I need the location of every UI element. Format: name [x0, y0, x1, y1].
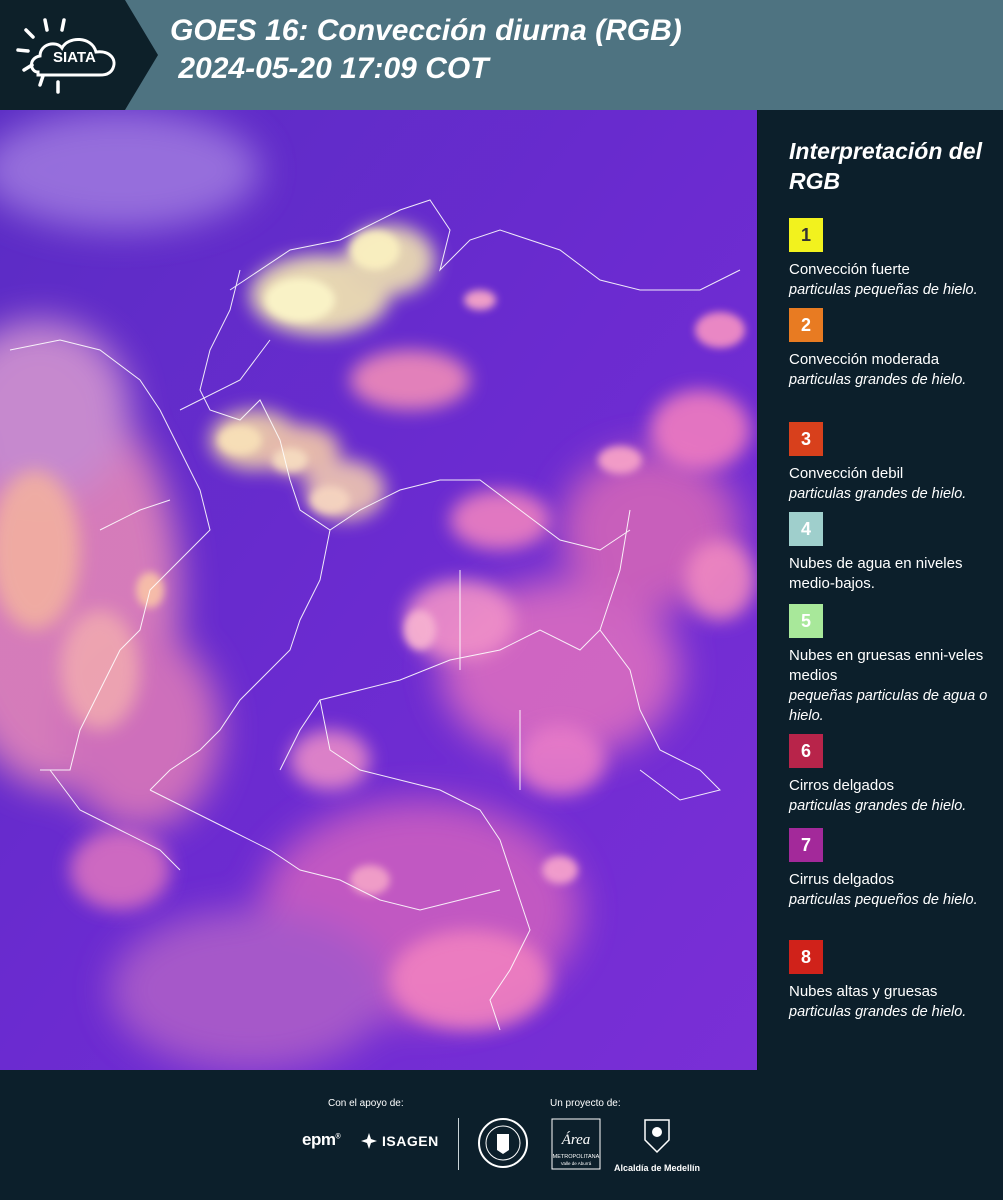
isagen-logo-text: ISAGEN [382, 1133, 439, 1149]
medellin-shield-icon [644, 1119, 670, 1154]
legend-swatch: 6 [789, 734, 823, 768]
legend-sub: particulas pequeñas de hielo. [789, 282, 978, 298]
legend-item-3: 3 Convección debil particulas grandes de… [789, 422, 994, 504]
legend-item-5: 5 Nubes en gruesas enni-veles medios peq… [789, 604, 994, 726]
legend-label: Convección moderada [789, 351, 940, 368]
legend-label: Convección debil [789, 465, 904, 482]
legend-label: Nubes de agua en niveles medio-bajos. [789, 555, 963, 592]
legend-swatch: 5 [789, 604, 823, 638]
isagen-star-icon [361, 1133, 377, 1149]
header: SIATA GOES 16: Convección diurna (RGB) 2… [0, 0, 1003, 110]
seal-icon [485, 1125, 521, 1161]
seal-logo [478, 1118, 528, 1168]
satellite-image [0, 110, 757, 1070]
legend-sub: particulas grandes de hielo. [789, 372, 967, 388]
epm-logo-text: epm [302, 1130, 336, 1149]
support-label: Con el apoyo de: [328, 1098, 404, 1109]
page-title: GOES 16: Convección diurna (RGB) 2024-05… [170, 14, 682, 85]
legend-item-4: 4 Nubes de agua en niveles medio-bajos. [789, 512, 994, 594]
isagen-logo: ISAGEN [360, 1132, 439, 1150]
area-logo-sub: METROPOLITANA [553, 1154, 600, 1160]
legend-sub: particulas grandes de hielo. [789, 486, 967, 502]
medellin-label: Alcaldía de Medellín [613, 1163, 701, 1173]
legend-swatch: 4 [789, 512, 823, 546]
legend-item-8: 8 Nubes altas y gruesas particulas grand… [789, 940, 994, 1022]
legend-sub: particulas pequeños de hielo. [789, 892, 978, 908]
legend-panel: Interpretación del RGB 1 Convección fuer… [760, 110, 1003, 1070]
area-logo-sub2: Valle de Aburrá [561, 1161, 592, 1166]
legend-label: Cirrus delgados [789, 871, 895, 888]
satellite-map [0, 110, 758, 1070]
legend-item-1: 1 Convección fuerte particulas pequeñas … [789, 218, 994, 300]
legend-label: Cirros delgados [789, 777, 895, 794]
legend-label: Nubes en gruesas enni-veles medios [789, 647, 984, 684]
medellin-logo: Alcaldía de Medellín [612, 1118, 702, 1173]
legend-item-6: 6 Cirros delgados particulas grandes de … [789, 734, 994, 816]
siata-logo-text: SIATA [53, 49, 96, 66]
sun-cloud-icon: SIATA [16, 18, 116, 94]
legend-sub: particulas grandes de hielo. [789, 1004, 967, 1020]
project-label: Un proyecto de: [550, 1098, 621, 1109]
siata-logo: SIATA [0, 0, 160, 110]
legend-label: Convección fuerte [789, 261, 910, 278]
legend-swatch: 1 [789, 218, 823, 252]
legend-swatch: 7 [789, 828, 823, 862]
legend-label: Nubes altas y gruesas [789, 983, 938, 1000]
legend-item-7: 7 Cirrus delgados particulas pequeños de… [789, 828, 994, 910]
legend-swatch: 3 [789, 422, 823, 456]
legend-sub: particulas grandes de hielo. [789, 798, 967, 814]
legend-sub: pequeñas particulas de agua o hielo. [789, 688, 988, 724]
epm-logo: epm® [302, 1130, 341, 1149]
footer-divider [458, 1118, 459, 1170]
legend-item-2: 2 Convección moderada particulas grandes… [789, 308, 994, 390]
legend-swatch: 2 [789, 308, 823, 342]
area-metropolitana-logo: Área METROPOLITANA Valle de Aburrá [551, 1118, 601, 1170]
legend-title: Interpretación del RGB [789, 138, 982, 194]
area-logo-text: Área [561, 1131, 591, 1148]
legend-swatch: 8 [789, 940, 823, 974]
footer: Con el apoyo de: Un proyecto de: epm® IS… [0, 1070, 1003, 1200]
